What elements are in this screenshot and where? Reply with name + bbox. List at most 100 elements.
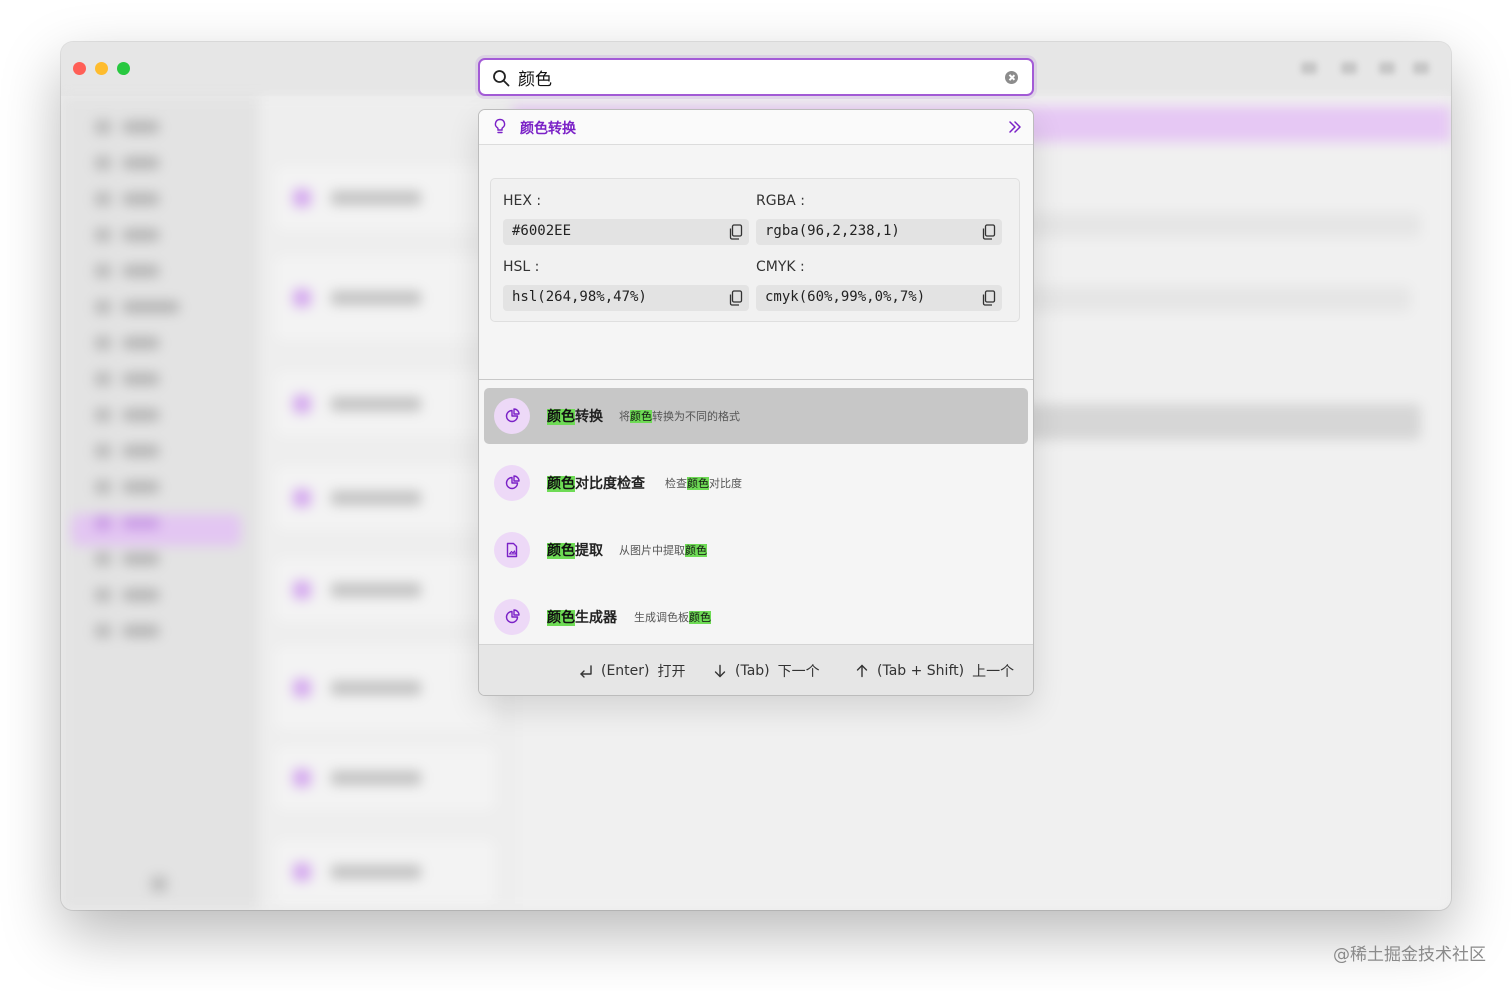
result-name-rest: 对比度检查 xyxy=(575,476,645,492)
file-image-icon xyxy=(506,542,518,558)
lightbulb-icon xyxy=(494,118,506,134)
arrow-up-icon xyxy=(856,664,868,678)
search-result-item[interactable]: 颜色生成器 生成调色板颜色 xyxy=(484,589,1028,645)
tool-card[interactable] xyxy=(275,746,495,810)
result-name-match: 颜色 xyxy=(547,409,575,425)
sidebar-item[interactable] xyxy=(95,624,159,638)
result-icon-badge xyxy=(494,532,530,568)
next-label: 下一个 xyxy=(777,664,820,680)
spotlight-panel: 颜色转换 HEX : #6002EE RGBA : rgba(96,2,238,… xyxy=(478,109,1034,696)
result-description: 生成调色板颜色 xyxy=(634,609,711,625)
search-result-item[interactable]: 颜色提取 从图片中提取颜色 xyxy=(484,522,1028,578)
sidebar-item[interactable] xyxy=(95,264,159,278)
prev-label: 上一个 xyxy=(972,664,1015,680)
result-name-rest: 转换 xyxy=(575,409,603,425)
desc-match: 颜色 xyxy=(630,410,652,423)
desc-text: 生成调色板 xyxy=(634,611,689,624)
result-icon-badge xyxy=(494,599,530,635)
result-name: 颜色转换 xyxy=(547,406,603,426)
tool-card[interactable] xyxy=(275,558,495,622)
sidebar-item[interactable] xyxy=(95,336,159,350)
copy-icon[interactable] xyxy=(982,290,996,306)
sidebar-bottom-icon[interactable] xyxy=(151,876,167,892)
desc-text: 检查 xyxy=(665,477,687,490)
zoom-window-button[interactable] xyxy=(117,62,130,75)
tool-preview-header: 颜色转换 xyxy=(479,110,1033,145)
tool-card[interactable] xyxy=(275,646,495,730)
result-name-match: 颜色 xyxy=(547,476,575,492)
desc-match: 颜色 xyxy=(685,544,707,557)
prev-hint: (Tab + Shift) 上一个 xyxy=(855,661,1014,681)
result-description: 将颜色转换为不同的格式 xyxy=(619,408,740,424)
open-label: 打开 xyxy=(657,664,686,680)
copy-icon[interactable] xyxy=(982,224,996,240)
tool-card[interactable] xyxy=(275,466,495,530)
pie-chart-icon xyxy=(505,408,520,423)
watermark: @稀土掘金技术社区 xyxy=(1333,945,1486,965)
prev-key: (Tab + Shift) xyxy=(877,663,965,679)
close-window-button[interactable] xyxy=(73,62,86,75)
sidebar-item[interactable] xyxy=(95,408,159,422)
search-input[interactable] xyxy=(518,60,988,94)
sidebar-item[interactable] xyxy=(95,480,159,494)
open-hint: (Enter) 打开 xyxy=(579,661,686,681)
sidebar-item[interactable] xyxy=(95,552,159,566)
minimize-window-button[interactable] xyxy=(95,62,108,75)
result-name-rest: 生成器 xyxy=(575,610,617,626)
result-name-match: 颜色 xyxy=(547,543,575,559)
toolbar-icon[interactable] xyxy=(1301,62,1317,74)
cmyk-value: cmyk(60%,99%,0%,7%) xyxy=(765,289,926,305)
desc-text: 从图片中提取 xyxy=(619,544,685,557)
tool-card[interactable] xyxy=(275,372,495,436)
result-name-rest: 提取 xyxy=(575,543,603,559)
tool-card[interactable] xyxy=(275,256,495,340)
open-key: (Enter) xyxy=(601,663,650,679)
arrow-down-icon xyxy=(714,664,726,678)
enter-key-icon xyxy=(580,665,592,678)
hsl-field[interactable]: hsl(264,98%,47%) xyxy=(503,285,749,311)
cmyk-label: CMYK : xyxy=(756,259,805,275)
result-icon-badge xyxy=(494,398,530,434)
desc-match: 颜色 xyxy=(687,477,709,490)
sidebar-item[interactable] xyxy=(95,120,159,134)
hsl-value: hsl(264,98%,47%) xyxy=(512,289,647,305)
sidebar-item[interactable] xyxy=(95,588,159,602)
double-chevron-right-icon[interactable] xyxy=(1007,118,1023,136)
cmyk-field[interactable]: cmyk(60%,99%,0%,7%) xyxy=(756,285,1002,311)
sidebar-item[interactable] xyxy=(95,372,159,386)
sidebar-item[interactable] xyxy=(95,192,159,206)
result-description: 从图片中提取颜色 xyxy=(619,542,707,558)
clear-search-icon[interactable] xyxy=(1005,71,1018,84)
tool-card[interactable] xyxy=(275,840,495,904)
result-name: 颜色对比度检查 xyxy=(547,473,645,493)
search-icon xyxy=(493,70,510,87)
toolbar-icon[interactable] xyxy=(1413,62,1429,74)
hex-label: HEX : xyxy=(503,193,542,209)
keyboard-hints-footer: (Enter) 打开 (Tab) 下一个 (Tab + Shift) 上一个 xyxy=(479,644,1033,695)
rgba-value: rgba(96,2,238,1) xyxy=(765,223,900,239)
section-divider xyxy=(479,379,1033,380)
hex-field[interactable]: #6002EE xyxy=(503,219,749,245)
sidebar-item[interactable] xyxy=(95,516,159,530)
result-description: 检查颜色对比度 xyxy=(665,475,742,491)
hex-value: #6002EE xyxy=(512,223,572,239)
rgba-field[interactable]: rgba(96,2,238,1) xyxy=(756,219,1002,245)
desc-text: 转换为不同的格式 xyxy=(652,410,740,423)
rgba-label: RGBA : xyxy=(756,193,805,209)
sidebar-item[interactable] xyxy=(95,444,159,458)
search-result-item[interactable]: 颜色对比度检查 检查颜色对比度 xyxy=(484,455,1028,511)
toolbar-icon[interactable] xyxy=(1341,62,1357,74)
sidebar-item[interactable] xyxy=(95,228,159,242)
copy-icon[interactable] xyxy=(729,224,743,240)
result-name: 颜色生成器 xyxy=(547,607,617,627)
tool-card[interactable] xyxy=(275,166,495,230)
copy-icon[interactable] xyxy=(729,290,743,306)
sidebar-item[interactable] xyxy=(95,156,159,170)
search-result-item[interactable]: 颜色转换 将颜色转换为不同的格式 xyxy=(484,388,1028,444)
pie-chart-icon xyxy=(505,475,520,490)
spotlight-search-box[interactable] xyxy=(478,58,1034,96)
color-conversion-box: HEX : #6002EE RGBA : rgba(96,2,238,1) HS… xyxy=(490,178,1020,322)
sidebar-item[interactable] xyxy=(95,300,179,314)
toolbar-icon[interactable] xyxy=(1379,62,1395,74)
result-icon-badge xyxy=(494,465,530,501)
